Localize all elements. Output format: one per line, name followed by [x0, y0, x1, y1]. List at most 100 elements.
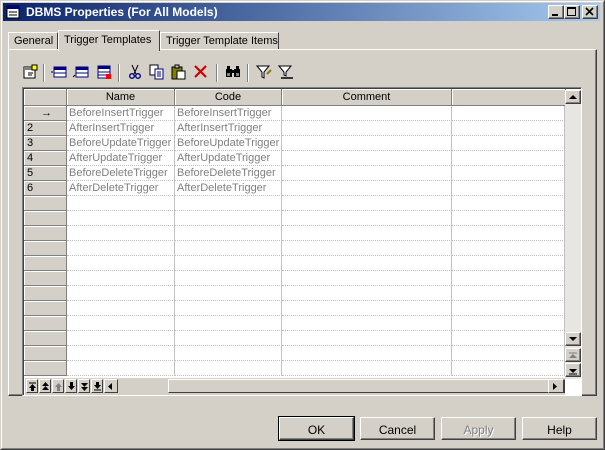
vertical-scrollbar[interactable]	[565, 90, 581, 379]
row-header[interactable]	[24, 286, 67, 301]
scroll-left-button[interactable]	[104, 379, 118, 393]
cell-empty[interactable]	[452, 136, 565, 151]
cell-name[interactable]: BeforeUpdateTrigger	[67, 136, 175, 151]
column-header-comment[interactable]: Comment	[282, 89, 452, 106]
cell-comment[interactable]	[282, 151, 452, 166]
cell-code[interactable]	[175, 196, 282, 211]
row-header[interactable]	[24, 316, 67, 331]
cell-code[interactable]: AfterInsertTrigger	[175, 121, 282, 136]
cell-name[interactable]: BeforeDeleteTrigger	[67, 166, 175, 181]
scroll-up-button[interactable]	[565, 90, 581, 104]
cell-name[interactable]	[67, 196, 175, 211]
cell-empty[interactable]	[452, 226, 565, 241]
paste-icon[interactable]	[169, 62, 189, 82]
row-header[interactable]	[24, 271, 67, 286]
row-header[interactable]	[24, 361, 67, 376]
help-button[interactable]: Help	[522, 417, 597, 440]
maximize-button[interactable]	[564, 5, 580, 19]
cell-comment[interactable]	[282, 136, 452, 151]
cell-empty[interactable]	[452, 196, 565, 211]
move-to-bottom-icon[interactable]	[91, 379, 103, 393]
row-header[interactable]	[24, 226, 67, 241]
cell-code[interactable]	[175, 226, 282, 241]
cell-empty[interactable]	[452, 256, 565, 271]
cell-empty[interactable]	[452, 241, 565, 256]
cell-empty[interactable]	[452, 301, 565, 316]
row-header[interactable]: 6	[24, 181, 67, 196]
cell-comment[interactable]	[282, 286, 452, 301]
tab-general[interactable]: General	[8, 32, 58, 50]
cell-comment[interactable]	[282, 301, 452, 316]
cell-name[interactable]	[67, 226, 175, 241]
scroll-right-button[interactable]	[548, 379, 564, 393]
cell-name[interactable]	[67, 316, 175, 331]
cell-comment[interactable]	[282, 121, 452, 136]
cell-name[interactable]: AfterUpdateTrigger	[67, 151, 175, 166]
cell-empty[interactable]	[452, 151, 565, 166]
copy-icon[interactable]	[147, 62, 167, 82]
horizontal-scroll-thumb[interactable]	[168, 379, 565, 393]
insert-row-icon[interactable]	[49, 62, 69, 82]
cell-comment[interactable]	[282, 316, 452, 331]
row-header[interactable]: →	[24, 106, 67, 121]
move-up-icon[interactable]	[52, 379, 64, 393]
scroll-page-down-button[interactable]	[565, 363, 581, 377]
cell-comment[interactable]	[282, 361, 452, 376]
cell-name[interactable]	[67, 241, 175, 256]
cell-code[interactable]	[175, 271, 282, 286]
move-to-top-icon[interactable]	[26, 379, 38, 393]
cell-name[interactable]	[67, 331, 175, 346]
cell-code[interactable]	[175, 331, 282, 346]
title-bar[interactable]: DBMS Properties (For All Models)	[3, 3, 600, 21]
cell-name[interactable]	[67, 346, 175, 361]
row-header[interactable]: 3	[24, 136, 67, 151]
cell-empty[interactable]	[452, 331, 565, 346]
row-header[interactable]	[24, 301, 67, 316]
cell-code[interactable]	[175, 361, 282, 376]
cell-name[interactable]: AfterDeleteTrigger	[67, 181, 175, 196]
cell-comment[interactable]	[282, 331, 452, 346]
row-header[interactable]	[24, 241, 67, 256]
ok-button[interactable]: OK	[278, 416, 355, 441]
cell-comment[interactable]	[282, 241, 452, 256]
cell-empty[interactable]	[452, 286, 565, 301]
clear-filter-icon[interactable]	[276, 62, 296, 82]
filter-icon[interactable]	[254, 62, 274, 82]
cell-name[interactable]	[67, 361, 175, 376]
row-header[interactable]	[24, 196, 67, 211]
cell-name[interactable]: BeforeInsertTrigger	[67, 106, 175, 121]
apply-button[interactable]: Apply	[441, 417, 516, 440]
cell-name[interactable]: AfterInsertTrigger	[67, 121, 175, 136]
cell-code[interactable]: BeforeUpdateTrigger	[175, 136, 282, 151]
cell-name[interactable]	[67, 286, 175, 301]
cell-comment[interactable]	[282, 211, 452, 226]
cell-code[interactable]	[175, 241, 282, 256]
tab-trigger-templates[interactable]: Trigger Templates	[58, 30, 160, 51]
cell-empty[interactable]	[452, 316, 565, 331]
cell-code[interactable]: BeforeDeleteTrigger	[175, 166, 282, 181]
cell-code[interactable]: AfterUpdateTrigger	[175, 151, 282, 166]
cell-empty[interactable]	[452, 106, 565, 121]
cut-icon[interactable]	[125, 62, 145, 82]
cell-empty[interactable]	[452, 271, 565, 286]
column-header-code[interactable]: Code	[175, 89, 282, 106]
move-up-many-icon[interactable]	[39, 379, 51, 393]
cancel-button[interactable]: Cancel	[360, 417, 435, 440]
cell-code[interactable]	[175, 211, 282, 226]
cell-code[interactable]	[175, 256, 282, 271]
close-button[interactable]	[582, 5, 598, 19]
row-header[interactable]	[24, 331, 67, 346]
cell-empty[interactable]	[452, 211, 565, 226]
cell-code[interactable]	[175, 346, 282, 361]
cell-code[interactable]	[175, 301, 282, 316]
row-header[interactable]: 2	[24, 121, 67, 136]
row-header[interactable]: 5	[24, 166, 67, 181]
cell-comment[interactable]	[282, 166, 452, 181]
cell-comment[interactable]	[282, 106, 452, 121]
cell-comment[interactable]	[282, 256, 452, 271]
move-down-many-icon[interactable]	[78, 379, 90, 393]
cell-comment[interactable]	[282, 181, 452, 196]
properties-icon[interactable]	[20, 62, 40, 82]
find-icon[interactable]	[223, 62, 243, 82]
cell-comment[interactable]	[282, 271, 452, 286]
